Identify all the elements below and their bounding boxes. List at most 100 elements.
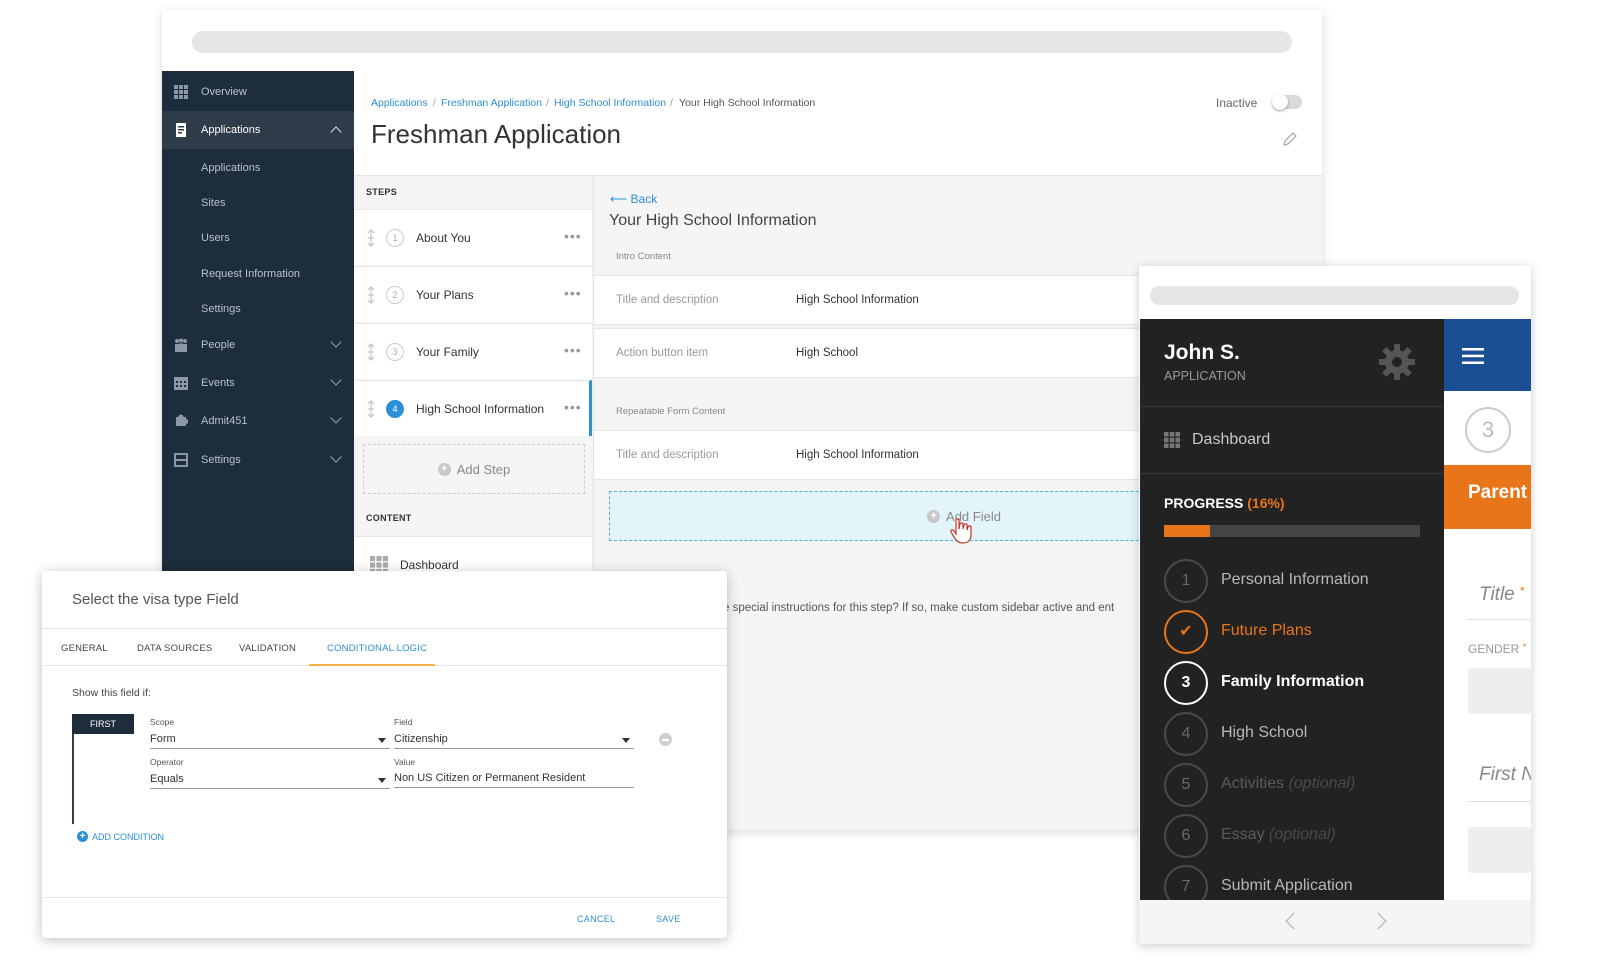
mobile-dashboard-link[interactable]: Dashboard [1192,431,1270,449]
step-row-active[interactable]: 4 High School Information ••• [354,380,592,436]
sidebar-subitem-settings[interactable]: Settings [201,303,241,315]
chevron-down-icon[interactable] [330,451,342,463]
section-banner: Parent [1444,465,1531,529]
value-input[interactable]: Non US Citizen or Permanent Resident [394,770,634,788]
save-button[interactable]: SAVE [656,914,681,924]
field-underline [1468,619,1531,620]
scope-value: Form [150,733,176,745]
chevron-right-icon[interactable] [1369,912,1387,930]
chevron-left-icon[interactable] [1285,912,1303,930]
sidebar-item-label: People [201,339,236,351]
step-name-text: Personal Information [1221,571,1369,588]
chevron-up-icon[interactable] [330,126,342,138]
breadcrumb-link[interactable]: High School Information [554,97,666,109]
mobile-preview-window: John S. APPLICATION Dashboard PROGRESS (… [1139,266,1531,944]
sidebar-item-settings[interactable]: Settings [162,441,354,479]
sidebar-subitem-sites[interactable]: Sites [201,197,225,209]
add-step-button[interactable]: + Add Step [363,444,585,494]
gear-icon[interactable] [1378,343,1416,381]
sidebar-item-applications[interactable]: Applications [162,111,354,149]
section-label: Repeatable Form Content [616,406,726,417]
divider [1140,406,1444,407]
drag-handle-icon[interactable] [367,229,375,247]
step-row[interactable]: 3 Your Family ••• [354,323,592,379]
mobile-step-name: Personal Information [1221,571,1369,589]
mobile-step-item[interactable]: ✔ Future Plans [1164,610,1444,654]
more-options-icon[interactable]: ••• [564,285,582,301]
hamburger-menu-icon[interactable] [1462,348,1484,364]
sidebar-item-overview[interactable]: Overview [162,73,354,111]
field-settings-modal: Select the visa type Field GENERAL DATA … [42,571,727,938]
more-options-icon[interactable]: ••• [564,228,582,244]
sidebar-item-events[interactable]: Events [162,364,354,402]
more-options-icon[interactable]: ••• [564,399,582,415]
mobile-step-name: Family Information [1221,673,1364,691]
mobile-step-item[interactable]: 1 Personal Information [1164,559,1444,603]
tab-conditional-logic[interactable]: CONDITIONAL LOGIC [327,643,427,654]
sidebar-item-people[interactable]: People [162,326,354,364]
active-toggle[interactable] [1272,94,1302,110]
mobile-form-area: 3 Parent Title * GENDER * First N [1444,319,1531,900]
more-options-icon[interactable]: ••• [564,342,582,358]
tab-general[interactable]: GENERAL [61,643,108,654]
chevron-down-icon[interactable] [330,374,342,386]
mobile-address-bar[interactable] [1150,286,1519,305]
step-number: 3 [386,343,404,361]
step-name-text: Submit Application [1221,877,1353,894]
settings-panel-icon [174,453,188,467]
sidebar-item-admit451[interactable]: Admit451 [162,402,354,440]
breadcrumb-link[interactable]: Applications [371,97,428,109]
drag-handle-icon[interactable] [367,400,375,418]
check-icon: ✔ [1164,610,1208,654]
step-name-text: High School [1221,724,1308,741]
step-number: 4 [386,400,404,418]
pencil-icon[interactable] [1282,131,1298,147]
drag-handle-icon[interactable] [367,343,375,361]
mobile-step-name: Essay (optional) [1221,826,1336,844]
required-mark: * [1522,642,1527,652]
chevron-down-icon[interactable] [330,336,342,348]
step-name-text: Activities [1221,775,1285,792]
caret-down-icon [622,738,630,743]
chevron-down-icon[interactable] [330,412,342,424]
add-step-label: Add Step [456,461,511,477]
first-name-input[interactable] [1468,827,1531,873]
field-key: Title and description [616,294,719,306]
gender-select[interactable] [1468,668,1531,714]
sidebar-subitem-request-information[interactable]: Request Information [201,268,300,280]
step-number: 1 [1164,559,1208,603]
page-title: Freshman Application [371,119,622,149]
detail-title: Your High School Information [609,212,817,229]
step-name: Your Family [416,345,479,359]
drag-handle-icon[interactable] [367,286,375,304]
field-value: Citizenship [394,733,448,745]
mobile-step-item[interactable]: 3 Family Information [1164,661,1444,705]
back-link[interactable]: ⟵ Back [610,192,657,206]
remove-condition-icon[interactable] [659,733,672,746]
optional-tag: (optional) [1288,775,1356,792]
modal-tabs: GENERAL DATA SOURCES VALIDATION CONDITIO… [42,628,727,666]
mobile-step-item[interactable]: 6 Essay (optional) [1164,814,1444,858]
progress-percent: (16%) [1247,495,1285,511]
scope-select[interactable]: Form [150,731,390,749]
steps-header: STEPS [366,187,398,197]
tab-validation[interactable]: VALIDATION [239,643,296,654]
field-underline [1468,801,1531,802]
sidebar-subitem-users[interactable]: Users [201,232,230,244]
sidebar-subitem-applications[interactable]: Applications [201,162,260,174]
add-condition-button[interactable]: + ADD CONDITION [77,831,164,842]
step-row[interactable]: 2 Your Plans ••• [354,266,592,322]
mobile-step-item[interactable]: 5 Activities (optional) [1164,763,1444,807]
content-item-label: Dashboard [400,558,459,572]
user-subtitle: APPLICATION [1164,369,1246,383]
breadcrumb-link[interactable]: Freshman Application [441,97,542,109]
tab-data-sources[interactable]: DATA SOURCES [137,643,212,654]
operator-select[interactable]: Equals [150,771,390,789]
operator-value: Equals [150,773,184,785]
progress-label: PROGRESS (16%) [1164,495,1285,511]
mobile-step-item[interactable]: 4 High School [1164,712,1444,756]
cancel-button[interactable]: CANCEL [577,914,615,924]
step-row[interactable]: 1 About You ••• [354,209,592,265]
address-bar[interactable] [192,31,1292,53]
field-select[interactable]: Citizenship [394,731,634,749]
